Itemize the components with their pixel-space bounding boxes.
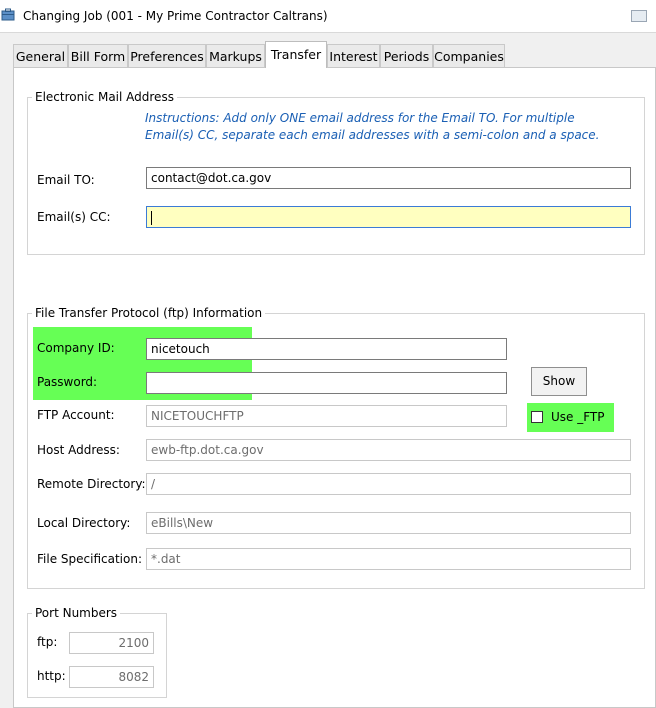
password-label: Password: [37, 375, 98, 389]
ftp-port-label: ftp: [37, 635, 58, 649]
file-specification-field[interactable]: *.dat [146, 548, 631, 570]
company-id-label: Company ID: [37, 341, 115, 355]
email-cc-field[interactable] [146, 206, 631, 228]
tab-interest[interactable]: Interest [327, 44, 380, 67]
local-directory-label: Local Directory: [37, 516, 131, 530]
tab-bill-form[interactable]: Bill Form [68, 44, 128, 67]
local-directory-field[interactable]: eBills\New [146, 512, 631, 534]
email-to-label: Email TO: [37, 173, 95, 187]
tab-preferences[interactable]: Preferences [128, 44, 206, 67]
tab-general[interactable]: General [13, 44, 68, 67]
tab-markups[interactable]: Markups [206, 44, 265, 67]
company-id-field[interactable]: nicetouch [146, 338, 507, 360]
use-ftp-label[interactable]: Use _FTP [551, 410, 605, 424]
ftp-group-title: File Transfer Protocol (ftp) Information [32, 306, 266, 320]
window-title: Changing Job (001 - My Prime Contractor … [23, 9, 328, 23]
email-instructions: Instructions: Add only ONE email address… [145, 111, 600, 142]
ftp-port-field[interactable]: 2100 [69, 632, 154, 654]
text-caret [151, 210, 152, 225]
email-cc-label: Email(s) CC: [37, 210, 111, 224]
file-specification-label: File Specification: [37, 552, 142, 566]
remote-directory-field[interactable]: / [146, 473, 631, 495]
http-port-field[interactable]: 8082 [69, 666, 154, 688]
port-group-title: Port Numbers [32, 606, 121, 620]
close-icon[interactable] [631, 10, 647, 22]
email-group-title: Electronic Mail Address [32, 90, 177, 104]
use-ftp-checkbox[interactable] [531, 411, 543, 423]
tab-companies[interactable]: Companies [433, 44, 505, 67]
remote-directory-label: Remote Directory: [37, 477, 146, 491]
tab-periods[interactable]: Periods [380, 44, 433, 67]
tab-transfer[interactable]: Transfer [265, 41, 327, 68]
email-to-field[interactable]: contact@dot.ca.gov [146, 167, 631, 189]
password-field[interactable] [146, 372, 507, 394]
host-address-label: Host Address: [37, 443, 120, 457]
http-port-label: http: [37, 669, 66, 683]
show-password-button[interactable]: Show [531, 367, 587, 396]
ftp-account-field[interactable]: NICETOUCHFTP [146, 405, 507, 427]
host-address-field[interactable]: ewb-ftp.dot.ca.gov [146, 439, 631, 461]
briefcase-icon [1, 8, 15, 21]
ftp-account-label: FTP Account: [37, 408, 115, 422]
title-bar: Changing Job (001 - My Prime Contractor … [0, 0, 656, 33]
